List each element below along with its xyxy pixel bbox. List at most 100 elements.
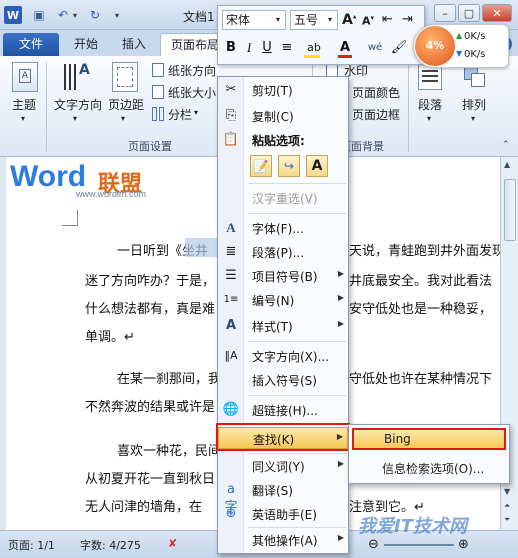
ribbon-collapse-icon[interactable]: ⌃ — [502, 140, 510, 150]
menu-item-synonyms[interactable]: 同义词(Y) ▶ — [218, 455, 348, 477]
arrange-dropdown-icon[interactable]: ▾ — [471, 114, 475, 123]
center-align-icon[interactable]: ≡ — [278, 38, 296, 58]
margins-button[interactable]: 页边距 — [108, 96, 144, 113]
styles-icon[interactable]: wé — [364, 38, 386, 58]
menu-item-styles[interactable]: A 样式(T) ▶ — [218, 315, 348, 337]
mini-toolbar: 宋体 ▾ 五号 ▾ A▴ A▾ ⇤ ⇥ B I U ≡ ab A wé 🖌 — [217, 5, 425, 65]
menu-separator — [248, 213, 346, 214]
text-direction-dropdown-icon[interactable]: ▾ — [73, 114, 77, 123]
menu-item-hyperlink[interactable]: 🌐 超链接(H)... — [218, 399, 348, 421]
menu-item-paragraph[interactable]: ≣ 段落(P)... — [218, 241, 348, 263]
size-button[interactable]: 纸张大小 — [168, 84, 216, 101]
submenu-item-bing[interactable]: Bing — [352, 428, 506, 450]
menu-separator — [248, 395, 346, 396]
paste-text-only-button[interactable]: A — [306, 155, 328, 177]
font-color-icon[interactable]: A — [336, 38, 354, 58]
menu-item-insert-symbol[interactable]: 插入符号(S) — [218, 369, 348, 391]
font-name-dropdown-icon[interactable]: ▾ — [276, 15, 280, 24]
scroll-up-icon[interactable]: ▲ — [504, 160, 510, 169]
menu-item-cut[interactable]: ✂ 剪切(T) — [218, 79, 348, 101]
paragraph-button[interactable]: 段落 — [418, 96, 442, 113]
grow-font-icon[interactable]: A▴ — [342, 12, 356, 28]
menu-item-bullets[interactable]: ☰ 项目符号(B) ▶ — [218, 265, 348, 287]
selected-text-highlight — [185, 238, 217, 257]
themes-button[interactable]: 主题 — [12, 96, 36, 113]
upload-speed: 0K/s — [464, 31, 486, 42]
redo-icon[interactable]: ↻ — [86, 6, 104, 24]
columns-icon[interactable] — [152, 107, 164, 121]
underline-button[interactable]: U — [258, 38, 276, 58]
menu-item-other-actions[interactable]: 其他操作(A) ▶ — [218, 529, 348, 551]
arrange-button[interactable]: 排列 — [462, 96, 486, 113]
customize-qat-icon[interactable]: ▾ — [108, 6, 126, 24]
scrollbar-thumb[interactable] — [504, 179, 516, 241]
shrink-font-icon[interactable]: A▾ — [362, 14, 374, 28]
menu-item-font[interactable]: A 字体(F)... — [218, 217, 348, 239]
close-button[interactable]: ✕ — [482, 4, 512, 22]
word-count[interactable]: 字数: 4/275 — [80, 537, 141, 553]
logo-word-text: Word — [10, 160, 87, 193]
prev-page-icon[interactable]: ⏶ — [504, 501, 510, 511]
menu-item-find[interactable]: 查找(K) ▶ — [218, 427, 348, 449]
find-submenu: Bing 信息检索选项(O)... — [348, 424, 510, 484]
text-direction-icon[interactable]: A — [62, 62, 90, 92]
menu-item-english-assistant[interactable]: ⊕ 英语助手(E) — [218, 503, 348, 525]
minimize-button[interactable]: – — [434, 4, 456, 22]
tab-insert[interactable]: 插入 — [112, 33, 156, 56]
undo-dropdown-icon[interactable]: ▾ — [70, 6, 80, 24]
margins-icon[interactable] — [112, 62, 138, 92]
margins-dropdown-icon[interactable]: ▾ — [121, 114, 125, 123]
tab-file[interactable]: 文件 — [3, 33, 59, 56]
page-color-button[interactable]: 页面颜色 — [352, 84, 400, 101]
submenu-arrow-icon: ▶ — [337, 293, 344, 302]
highlight-icon[interactable]: ab — [302, 38, 326, 58]
bold-button[interactable]: B — [222, 38, 240, 58]
menu-item-translate[interactable]: a字 翻译(S) — [218, 479, 348, 515]
text-direction-button[interactable]: 文字方向 — [54, 96, 102, 113]
indent-decrease-icon[interactable]: ⇤ — [382, 12, 393, 27]
font-size-dropdown-icon[interactable]: ▾ — [328, 15, 332, 24]
doc-line: 单调。↵ — [85, 330, 135, 345]
word-app-icon[interactable]: W — [4, 6, 22, 24]
save-icon[interactable]: ▣ — [30, 6, 48, 24]
menu-item-copy[interactable]: ⎘ 复制(C) — [218, 105, 348, 127]
menu-separator — [248, 183, 346, 184]
columns-button[interactable]: 分栏 — [168, 106, 192, 123]
page-setup-group-label: 页面设置 — [128, 140, 172, 153]
zoom-out-icon[interactable]: ⊖ — [368, 537, 379, 552]
zoom-slider[interactable] — [384, 544, 454, 546]
vertical-ruler — [0, 157, 6, 530]
submenu-arrow-icon: ▶ — [337, 319, 344, 328]
submenu-arrow-icon: ▶ — [337, 459, 344, 468]
page-count[interactable]: 页面: 1/1 — [8, 537, 55, 553]
doc-line-right: 井底最安全。我对此看法 — [349, 274, 493, 289]
maximize-button[interactable]: ▢ — [458, 4, 480, 22]
columns-dropdown-icon[interactable]: ▾ — [194, 108, 198, 117]
page-border-button[interactable]: 页面边框 — [352, 106, 400, 123]
proofing-icon[interactable]: ✘ — [168, 537, 177, 550]
orientation-icon[interactable] — [152, 63, 164, 77]
menu-item-text-direction[interactable]: ‖A 文字方向(X)... — [218, 345, 348, 367]
download-speed: 0K/s — [464, 49, 486, 60]
hyperlink-icon: 🌐 — [222, 402, 240, 417]
orientation-button[interactable]: 纸张方向 — [168, 62, 216, 79]
paragraph-dropdown-icon[interactable]: ▾ — [427, 114, 431, 123]
themes-dropdown-icon[interactable]: ▾ — [21, 114, 25, 123]
menu-item-numbering[interactable]: 1≡ 编号(N) ▶ — [218, 289, 348, 311]
tab-home[interactable]: 开始 — [64, 33, 108, 56]
next-page-icon[interactable]: ⏷ — [504, 515, 510, 525]
themes-icon[interactable]: A — [12, 62, 38, 92]
paste-merge-format-button[interactable]: ↪ — [278, 155, 300, 177]
italic-button[interactable]: I — [240, 38, 258, 58]
zoom-in-icon[interactable]: ⊕ — [458, 537, 469, 552]
submenu-item-research-options[interactable]: 信息检索选项(O)... — [352, 457, 506, 479]
doc-line: 在某一刹那间，我 — [117, 372, 222, 387]
format-painter-icon[interactable]: 🖌 — [390, 38, 408, 58]
submenu-arrow-icon: ▶ — [337, 269, 344, 278]
scroll-down-icon[interactable]: ▼ — [504, 487, 510, 496]
menu-separator — [248, 453, 346, 454]
indent-increase-icon[interactable]: ⇥ — [402, 12, 413, 27]
paste-keep-format-button[interactable]: 📝 — [250, 155, 272, 177]
size-icon[interactable] — [152, 85, 164, 99]
doc-line: 喜欢一种花，民间 — [117, 444, 222, 459]
